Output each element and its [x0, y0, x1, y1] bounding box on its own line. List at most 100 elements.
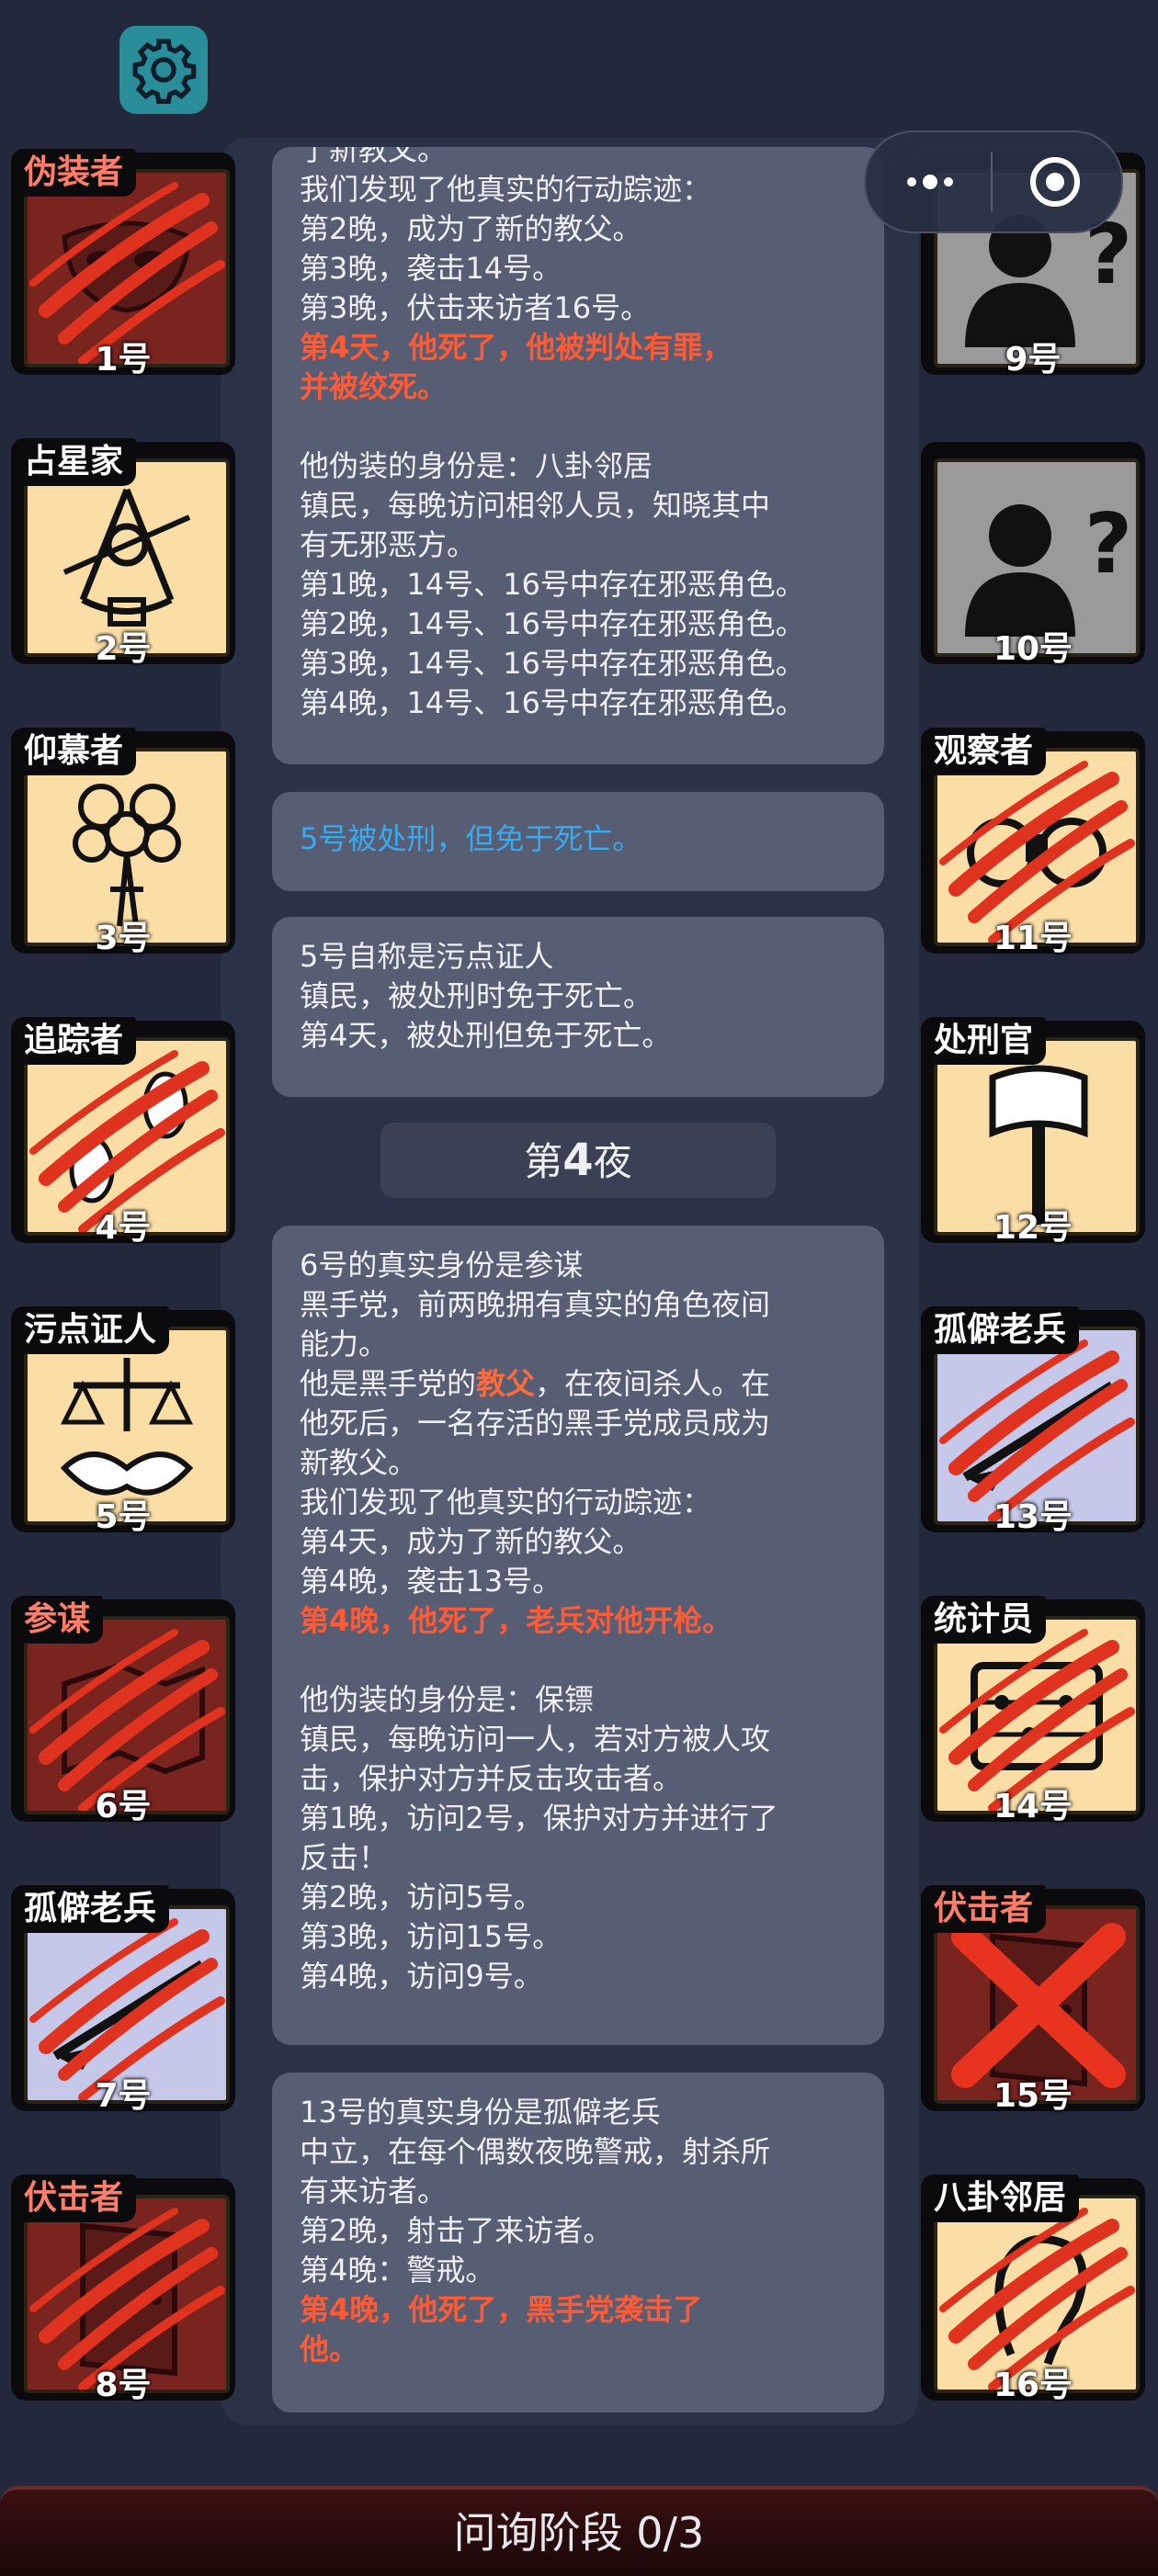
player-role-tag: 统计员 — [921, 1596, 1047, 1644]
player-card-5[interactable]: 污点证人 5号 — [11, 1306, 235, 1536]
log-line: 13号的真实身份是孤僻老兵 — [300, 2095, 661, 2130]
phase-bar[interactable]: 问询阶段 0/3 — [0, 2486, 1158, 2576]
player-role-tag: 污点证人 — [11, 1306, 170, 1354]
player-card-14[interactable]: 统计员 14号 — [921, 1596, 1145, 1825]
log-line: 第3晚，袭击14号。 — [300, 251, 562, 286]
log-line: 镇民，每晚访问一人，若对方被人攻 — [300, 1722, 771, 1757]
player-number: 16号 — [993, 2367, 1073, 2404]
log-line: 第4天，被处刑但免于死亡。 — [300, 1018, 672, 1053]
log-line: 并被绞死。 — [300, 369, 448, 404]
player-role-tag: 处刑官 — [921, 1017, 1047, 1065]
night-number: 4 — [562, 1135, 594, 1186]
log-line: 5号自称是污点证人 — [300, 939, 554, 974]
log-line: 第4天，他死了，他被判处有罪， — [300, 330, 732, 365]
log-entry-consigliere: 6号的真实身份是参谋黑手党，前两晚拥有真实的角色夜间 能力。他是黑手党的教父，在夜… — [272, 1226, 884, 2045]
player-number: 2号 — [95, 630, 152, 668]
player-card-16[interactable]: 八卦邻居 16号 — [921, 2175, 1145, 2404]
player-card-2[interactable]: 占星家 2号 — [11, 438, 235, 668]
log-line: 第2晚，成为了新的教父。 — [300, 211, 642, 246]
capsule-divider — [991, 153, 993, 211]
player-number: 11号 — [993, 920, 1073, 957]
log-line: 6号的真实身份是参谋 — [300, 1248, 584, 1282]
player-role-tag: 八卦邻居 — [921, 2175, 1080, 2222]
player-role-tag: 观察者 — [921, 728, 1047, 775]
log-line: 第3晚，访问15号。 — [300, 1919, 562, 1954]
log-line: 他。 — [300, 2332, 359, 2367]
log-line: 有来访者。 — [300, 2174, 448, 2209]
player-card-4[interactable]: 追踪者 4号 — [11, 1017, 235, 1247]
log-line: 有无邪恶方。 — [300, 527, 477, 562]
player-number: 5号 — [95, 1498, 152, 1536]
player-number: 9号 — [1005, 341, 1062, 378]
player-role-tag: 仰慕者 — [11, 728, 137, 775]
log-line: 第3晚，14号、16号中存在邪恶角色。 — [300, 646, 805, 681]
player-card-12[interactable]: 处刑官 12号 — [921, 1017, 1145, 1247]
gear-icon — [132, 39, 197, 104]
close-miniprogram-icon[interactable] — [1027, 154, 1083, 209]
player-role-tag: 追踪者 — [11, 1017, 137, 1065]
log-line: 第4晚，袭击13号。 — [300, 1564, 562, 1599]
player-number: 4号 — [95, 1209, 152, 1247]
settings-button[interactable] — [119, 26, 208, 114]
player-card-6[interactable]: 参谋 6号 — [11, 1596, 235, 1825]
player-number: 10号 — [993, 630, 1073, 668]
player-role-tag: 伪装者 — [11, 149, 137, 197]
player-role-tag: 孤僻老兵 — [921, 1306, 1080, 1354]
log-line: 第2晚，访问5号。 — [300, 1880, 543, 1915]
player-card-15[interactable]: 伏击者 15号 — [921, 1885, 1145, 2115]
player-number: 3号 — [95, 920, 152, 957]
log-line: 第1晚，14号、16号中存在邪恶角色。 — [300, 567, 805, 602]
player-number: 13号 — [993, 1498, 1073, 1536]
log-line: 他伪装的身份是：八卦邻居 — [300, 448, 653, 483]
more-options-icon[interactable] — [903, 169, 958, 195]
player-number: 14号 — [993, 1788, 1073, 1825]
player-number: 12号 — [993, 1209, 1073, 1247]
log-line: 第2晚，射击了来访者。 — [300, 2213, 613, 2248]
player-card-3[interactable]: 仰慕者 3号 — [11, 728, 235, 957]
log-line: 能力。 — [300, 1327, 389, 1361]
log-entry-claim: 5号自称是污点证人镇民，被处刑时免于死亡。 第4天，被处刑但免于死亡。 — [272, 917, 884, 1097]
log-line: 5号被处刑，但免于死亡。 — [300, 821, 642, 856]
player-role-tag: 伏击者 — [11, 2175, 137, 2222]
night-prefix: 第 — [524, 1139, 563, 1184]
log-entry-veteran: 13号的真实身份是孤僻老兵中立，在每个偶数夜晚警戒，射杀所 有来访者。第2晚，射击… — [272, 2073, 884, 2412]
player-card-1[interactable]: 伪装者 1号 — [11, 149, 235, 378]
log-line: 第4晚，他死了，老兵对他开枪。 — [300, 1603, 732, 1638]
log-line: 第4晚：警戒。 — [300, 2253, 495, 2288]
log-line: 第4晚，14号、16号中存在邪恶角色。 — [300, 685, 805, 720]
player-role-tag: 伏击者 — [921, 1885, 1047, 1933]
player-card-13[interactable]: 孤僻老兵 13号 — [921, 1306, 1145, 1536]
player-number: 1号 — [95, 341, 152, 378]
miniprogram-capsule — [864, 130, 1123, 233]
log-line: 新教父。 — [300, 1445, 418, 1480]
log-line: 镇民，被处刑时免于死亡。 — [300, 978, 653, 1013]
player-role-tag: 占星家 — [11, 438, 137, 486]
player-card-11[interactable]: 观察者 11号 — [921, 728, 1145, 957]
player-number: 6号 — [95, 1788, 152, 1825]
player-card-7[interactable]: 孤僻老兵 7号 — [11, 1885, 235, 2115]
log-line: 我们发现了他真实的行动踪迹： — [300, 172, 712, 207]
player-card-8[interactable]: 伏击者 8号 — [11, 2175, 235, 2404]
log-line: 他伪装的身份是：保镖 — [300, 1682, 595, 1717]
player-number: 8号 — [95, 2367, 152, 2404]
player-number: 15号 — [993, 2077, 1073, 2115]
log-line: 镇民，每晚访问相邻人员，知晓其中 — [300, 488, 771, 523]
log-line: 中立，在每个偶数夜晚警戒，射杀所 — [300, 2134, 771, 2169]
night-divider: 第4夜 — [380, 1123, 776, 1198]
player-number: 7号 — [95, 2077, 152, 2115]
log-line: 第2晚，14号、16号中存在邪恶角色。 — [300, 606, 805, 641]
player-card-10[interactable]: ? 10号 — [921, 442, 1145, 668]
log-line: 黑手党，前两晚拥有真实的角色夜间 — [300, 1287, 771, 1322]
night-suffix: 夜 — [593, 1139, 632, 1184]
log-line: 第4晚，访问9号。 — [300, 1959, 543, 1994]
player-role-tag: 孤僻老兵 — [11, 1885, 170, 1933]
log-line: 第4晚，他死了，黑手党袭击了 — [300, 2292, 703, 2327]
log-line: 他是黑手党的教父，在夜间杀人。在 — [300, 1366, 771, 1401]
player-role-tag: 参谋 — [11, 1596, 104, 1644]
log-line: 击，保护对方并反击攻击者。 — [300, 1761, 683, 1796]
log-line: 第1晚，访问2号，保护对方并进行了 — [300, 1801, 778, 1836]
log-entry-mafia-disguise: 了新教父。 我们发现了他真实的行动踪迹： 第2晚，成为了新的教父。 第3晚，袭击14号… — [272, 147, 884, 764]
log-line: 反击！ — [300, 1840, 389, 1875]
